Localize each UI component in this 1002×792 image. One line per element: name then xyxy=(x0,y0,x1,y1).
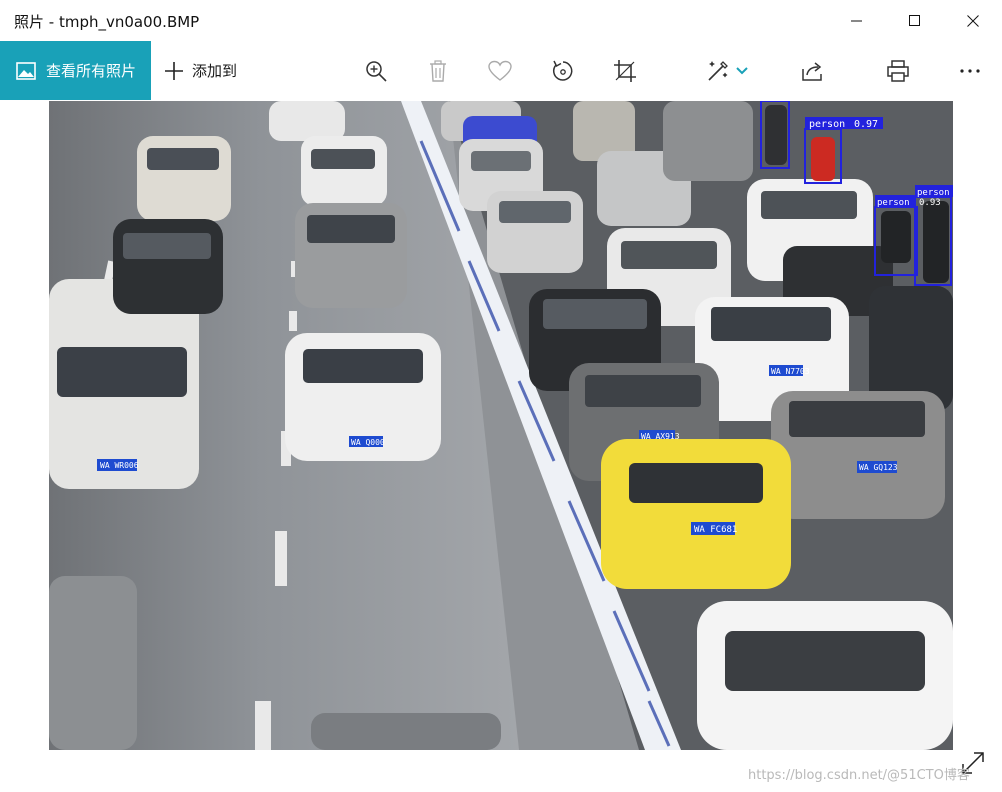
zoom-button[interactable] xyxy=(356,53,396,89)
share-icon xyxy=(802,62,822,81)
plus-icon xyxy=(165,61,183,80)
rotate-icon xyxy=(552,60,573,81)
photo-viewer[interactable]: person 0.97 person person 0.93 WA WR006 … xyxy=(49,101,953,750)
detection-label: person xyxy=(877,198,910,208)
detection-label: person xyxy=(809,119,845,130)
crop-icon xyxy=(614,60,636,82)
license-plate: WA GQ123 xyxy=(859,463,898,472)
edit-create-button[interactable] xyxy=(697,53,757,89)
detection-label: person xyxy=(917,188,950,198)
favorite-button[interactable] xyxy=(480,53,520,89)
delete-icon xyxy=(430,60,446,82)
maximize-icon xyxy=(909,14,920,26)
print-button[interactable] xyxy=(878,53,918,89)
close-icon xyxy=(967,14,979,27)
more-button[interactable] xyxy=(950,53,990,89)
minimize-icon xyxy=(851,20,862,21)
print-icon xyxy=(887,60,909,82)
chevron-down-icon xyxy=(736,67,748,75)
favorite-icon xyxy=(488,60,512,81)
edit-icon xyxy=(708,61,728,81)
license-plate: WA N7703 xyxy=(771,367,810,376)
rotate-button[interactable] xyxy=(543,53,583,89)
window-title: 照片 - tmph_vn0a00.BMP xyxy=(14,13,200,31)
license-plate: WA FC681 xyxy=(694,525,737,535)
share-button[interactable] xyxy=(793,53,833,89)
license-plate: WA Q000 xyxy=(351,438,385,447)
maximize-button[interactable] xyxy=(886,0,944,41)
crop-button[interactable] xyxy=(605,53,645,89)
license-plate: WA WR006 xyxy=(100,461,139,470)
title-bar: 照片 - tmph_vn0a00.BMP xyxy=(0,0,1002,41)
add-to-button[interactable]: 添加到 xyxy=(164,41,237,100)
add-to-label: 添加到 xyxy=(192,62,238,80)
view-all-photos-button[interactable]: 查看所有照片 xyxy=(0,41,151,100)
delete-button[interactable] xyxy=(418,53,458,89)
detection-score: 0.93 xyxy=(919,198,941,208)
toolbar: 查看所有照片 添加到 xyxy=(0,41,1002,100)
view-all-label: 查看所有照片 xyxy=(46,62,137,80)
zoom-in-icon xyxy=(366,61,387,82)
photos-icon xyxy=(16,61,36,80)
more-icon xyxy=(960,69,980,73)
detection-score: 0.97 xyxy=(854,119,878,130)
traffic-photo: person 0.97 person person 0.93 WA WR006 … xyxy=(49,101,953,750)
license-plate: WA AX913 xyxy=(641,432,680,441)
close-button[interactable] xyxy=(944,0,1002,41)
watermark: https://blog.csdn.net/@51CTO博客 xyxy=(748,768,970,783)
minimize-button[interactable] xyxy=(828,0,886,41)
